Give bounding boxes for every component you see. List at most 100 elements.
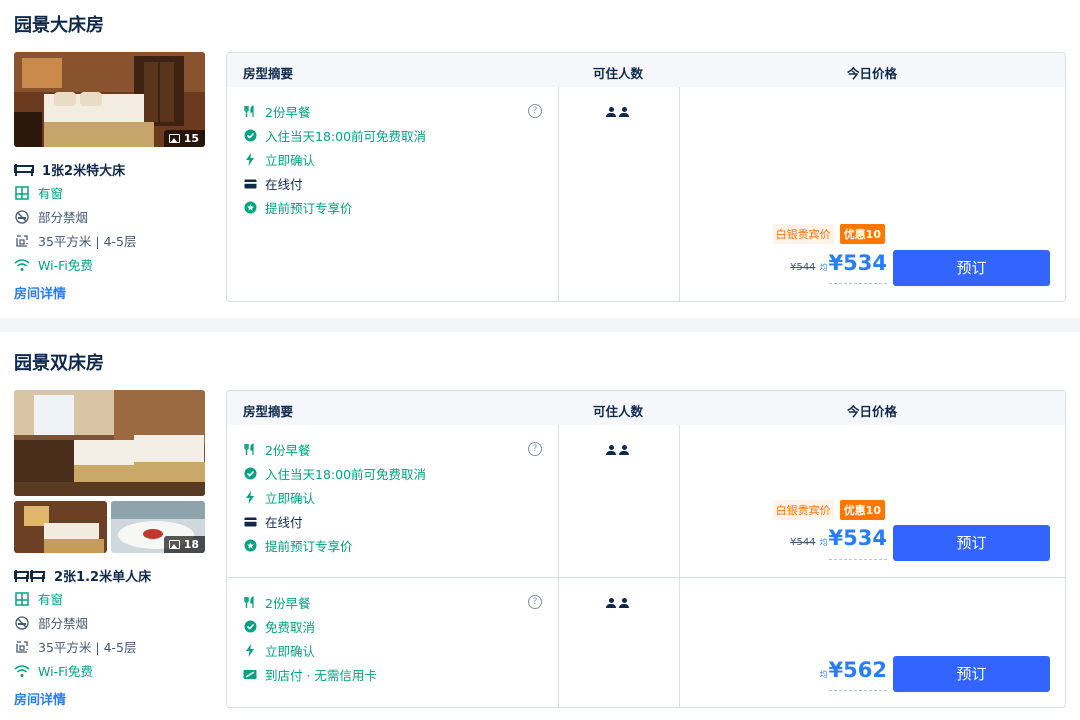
discount-tag[interactable]: 优惠10 <box>839 500 885 520</box>
window-icon <box>14 591 30 607</box>
avg-label: 均 <box>819 670 828 679</box>
person-icon <box>619 107 629 117</box>
payment-label: 在线付 <box>265 177 303 192</box>
star-badge-icon <box>243 201 257 215</box>
breakfast-item: 2份早餐 <box>243 440 310 459</box>
current-price[interactable]: ¥562 <box>829 658 887 682</box>
rate-row: 2份早餐 ? 入住当天18:00前可免费取消 立即确认 在线付 提前预订专享价 <box>227 87 1065 301</box>
price-box: ¥544 均 ¥534 <box>790 251 887 275</box>
smoking-info: 部分禁烟 <box>14 207 88 226</box>
guest-capacity <box>606 598 629 608</box>
current-price[interactable]: ¥534 <box>829 251 887 275</box>
area-icon <box>14 639 30 655</box>
card-icon <box>243 515 257 529</box>
room-photo[interactable] <box>14 390 205 496</box>
rate-table: 房型摘要 可住人数 今日价格 2份早餐 ? 入住当天18:00前可免费取消 立即… <box>226 390 1066 708</box>
window-info: 有窗 <box>14 589 63 608</box>
member-price-tag: 白银贵宾价 <box>772 224 834 244</box>
book-button[interactable]: 预订 <box>893 656 1050 692</box>
person-icon <box>606 107 616 117</box>
photo-count: 15 <box>183 132 199 145</box>
extra-label: 提前预订专享价 <box>265 201 353 216</box>
room-thumb-image <box>14 501 107 553</box>
bolt-icon <box>243 491 257 505</box>
bed-icon <box>14 163 34 176</box>
breakfast-icon <box>243 105 257 119</box>
room-thumb[interactable] <box>14 501 107 553</box>
cancel-label: 入住当天18:00前可免费取消 <box>265 467 427 482</box>
image-icon <box>168 540 180 549</box>
window-info: 有窗 <box>14 183 63 202</box>
guest-capacity <box>606 445 629 455</box>
price-box: ¥544 均 ¥534 <box>790 526 887 550</box>
rate-row: 2份早餐 ? 免费取消 立即确认 到店付 · 无需信用卡 均 ¥562 预订 <box>227 577 1065 707</box>
wifi-info: Wi-Fi免费 <box>14 661 93 680</box>
original-price: ¥544 <box>790 537 816 548</box>
cash-icon <box>243 668 257 682</box>
room-thumb[interactable]: 18 <box>111 501 205 553</box>
breakfast-item: 2份早餐 <box>243 102 310 121</box>
header-guests: 可住人数 <box>593 404 644 419</box>
cancel-label: 入住当天18:00前可免费取消 <box>265 129 427 144</box>
header-summary: 房型摘要 <box>243 66 294 81</box>
confirm-info: 立即确认 <box>243 150 315 169</box>
bed-info: 2张1.2米单人床 <box>14 566 151 585</box>
payment-label: 到店付 · 无需信用卡 <box>265 668 377 683</box>
confirm-info: 立即确认 <box>243 488 315 507</box>
person-icon <box>619 445 629 455</box>
cancel-policy: 入住当天18:00前可免费取消 <box>243 464 426 483</box>
question-icon[interactable]: ? <box>528 104 542 118</box>
photo-count: 18 <box>183 538 199 551</box>
person-icon <box>606 445 616 455</box>
breakfast-label: 2份早餐 <box>265 105 311 120</box>
window-label: 有窗 <box>38 592 64 607</box>
question-icon[interactable]: ? <box>528 442 542 456</box>
rate-table: 房型摘要 可住人数 今日价格 2份早餐 ? 入住当天18:00前可免费取消 立即… <box>226 52 1066 302</box>
area-info: 35平方米 | 4-5层 <box>14 231 136 250</box>
image-icon <box>168 134 180 143</box>
star-badge-icon <box>243 539 257 553</box>
bolt-icon <box>243 153 257 167</box>
header-price: 今日价格 <box>847 66 898 81</box>
wifi-icon <box>14 663 30 679</box>
breakfast-label: 2份早餐 <box>265 596 311 611</box>
question-icon[interactable]: ? <box>528 595 542 609</box>
book-button[interactable]: 预订 <box>893 250 1050 286</box>
room-card: 园景大床房 15 1张2米特大床 有窗 部分禁烟 35平方米 | 4-5层 Wi… <box>0 0 1080 318</box>
breakfast-icon <box>243 596 257 610</box>
original-price: ¥544 <box>790 262 816 273</box>
bed-label: 1张2米特大床 <box>42 164 126 179</box>
room-detail-link[interactable]: 房间详情 <box>14 283 66 302</box>
no-smoking-icon <box>14 209 30 225</box>
book-button[interactable]: 预订 <box>893 525 1050 561</box>
room-detail-link[interactable]: 房间详情 <box>14 689 66 708</box>
check-circle-icon <box>243 620 257 634</box>
bed-icon <box>14 569 45 582</box>
area-label: 35平方米 | 4-5层 <box>38 640 137 655</box>
wifi-label: Wi-Fi免费 <box>38 258 93 273</box>
current-price[interactable]: ¥534 <box>829 526 887 550</box>
wifi-label: Wi-Fi免费 <box>38 664 93 679</box>
payment-info: 在线付 <box>243 512 303 531</box>
check-circle-icon <box>243 467 257 481</box>
discount-tag[interactable]: 优惠10 <box>839 224 885 244</box>
smoking-label: 部分禁烟 <box>38 210 89 225</box>
extra-info: 提前预订专享价 <box>243 198 353 217</box>
bolt-icon <box>243 644 257 658</box>
avg-label: 均 <box>819 538 828 547</box>
room-card: 园景双床房 18 2张1.2米单人床 有窗 部分禁烟 35平方米 | 4-5层 … <box>0 332 1080 720</box>
cancel-label: 免费取消 <box>265 620 316 635</box>
header-summary: 房型摘要 <box>243 404 294 419</box>
payment-info: 在线付 <box>243 174 303 193</box>
smoking-label: 部分禁烟 <box>38 616 89 631</box>
person-icon <box>606 598 616 608</box>
cancel-policy: 入住当天18:00前可免费取消 <box>243 126 426 145</box>
room-photo-image <box>14 390 205 496</box>
no-smoking-icon <box>14 615 30 631</box>
room-photo[interactable]: 15 <box>14 52 205 147</box>
area-info: 35平方米 | 4-5层 <box>14 637 136 656</box>
price-tags: 白银贵宾价 优惠10 <box>772 500 885 520</box>
window-icon <box>14 185 30 201</box>
rate-row: 2份早餐 ? 入住当天18:00前可免费取消 立即确认 在线付 提前预订专享价 <box>227 425 1065 577</box>
rate-table-header: 房型摘要 可住人数 今日价格 <box>227 53 1065 87</box>
